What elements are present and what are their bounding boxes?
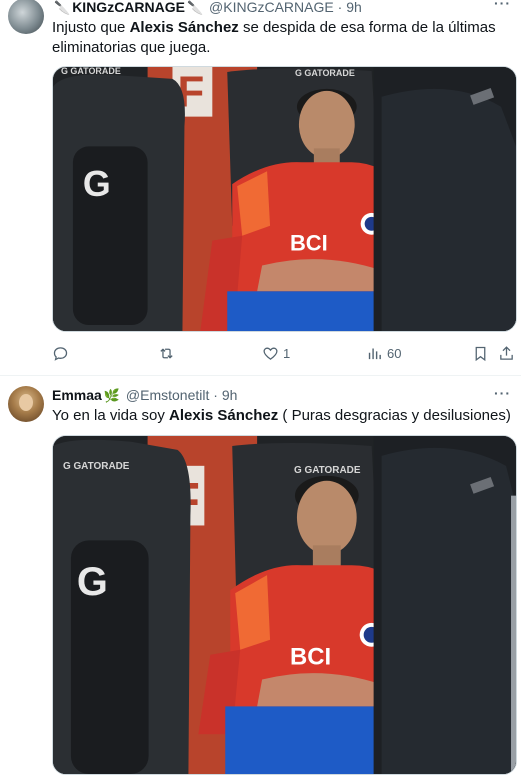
gatorade-logo-icon: G xyxy=(83,164,111,204)
bench-photo: F G GATORADE G G GATORADE BCI xyxy=(53,67,516,331)
gatorade-logo-icon: G xyxy=(77,560,108,604)
user-handle[interactable]: @KINGzCARNAGE xyxy=(209,0,334,15)
user-avatar[interactable] xyxy=(8,0,44,34)
mention-bold: Alexis Sánchez xyxy=(169,407,279,424)
tweet-header: Emmaa 🌿 @Emstonetilt · 9h xyxy=(52,386,237,405)
bookmark-icon xyxy=(475,346,486,361)
separator-dot: · xyxy=(337,0,343,15)
display-name[interactable]: Emmaa xyxy=(52,387,102,403)
more-icon[interactable]: ··· xyxy=(494,0,511,11)
like-icon xyxy=(263,347,278,360)
gatorade-text: G GATORADE xyxy=(61,67,121,76)
share-icon xyxy=(500,345,513,360)
tweet-image[interactable]: F G GATORADE G G GATORADE BCI xyxy=(52,435,517,775)
bookmark-button[interactable] xyxy=(472,343,489,363)
repost-button[interactable] xyxy=(158,343,179,363)
reply-button[interactable] xyxy=(52,343,73,363)
sponsor-text: BCI xyxy=(290,231,328,256)
tweet-actions: 1 60 xyxy=(52,343,514,363)
tweet-card[interactable]: Emmaa 🌿 @Emstonetilt · 9h ··· Yo en la vi… xyxy=(0,375,521,776)
gatorade-text-right: G GATORADE xyxy=(294,465,361,476)
more-icon[interactable]: ··· xyxy=(494,385,511,401)
reply-icon xyxy=(53,346,68,361)
like-count: 1 xyxy=(283,345,291,361)
name-emoji: 🌿 xyxy=(103,388,120,403)
mention-bold: Alexis Sánchez xyxy=(129,19,239,36)
sponsor-text: BCI xyxy=(290,644,331,671)
views-icon xyxy=(368,348,381,359)
tweet-header: 🔪 KINGzCARNAGE 🔪 @KINGzCARNAGE · 9h xyxy=(52,0,362,17)
user-handle[interactable]: @Emstonetilt xyxy=(126,387,209,403)
repost-icon xyxy=(160,348,173,358)
views-count: 60 xyxy=(387,345,402,361)
views-button[interactable]: 60 xyxy=(366,343,401,363)
tweet-timestamp[interactable]: 9h xyxy=(346,0,362,15)
like-button[interactable]: 1 xyxy=(262,343,290,363)
tweet-card[interactable]: 🔪 KINGzCARNAGE 🔪 @KINGzCARNAGE · 9h ··· In… xyxy=(0,0,521,371)
gatorade-text: G GATORADE xyxy=(63,461,130,472)
share-button[interactable] xyxy=(498,343,515,363)
name-emoji: 🔪 xyxy=(186,0,204,15)
display-name[interactable]: KINGzCARNAGE xyxy=(72,0,185,15)
tweet-image[interactable]: F G GATORADE G G GATORADE BCI xyxy=(52,66,517,332)
bench-photo: F G GATORADE G G GATORADE BCI xyxy=(53,436,516,774)
tweet-timestamp[interactable]: 9h xyxy=(222,387,238,403)
tweet-text: Injusto que Alexis Sánchez se despida de… xyxy=(52,19,496,56)
name-emoji: 🔪 xyxy=(54,0,71,15)
tweet-text: Yo en la vida soy Alexis Sánchez ( Puras… xyxy=(52,407,511,424)
gatorade-text-right: G GATORADE xyxy=(295,68,355,78)
user-avatar[interactable] xyxy=(8,386,44,422)
separator-dot: · xyxy=(213,387,218,403)
